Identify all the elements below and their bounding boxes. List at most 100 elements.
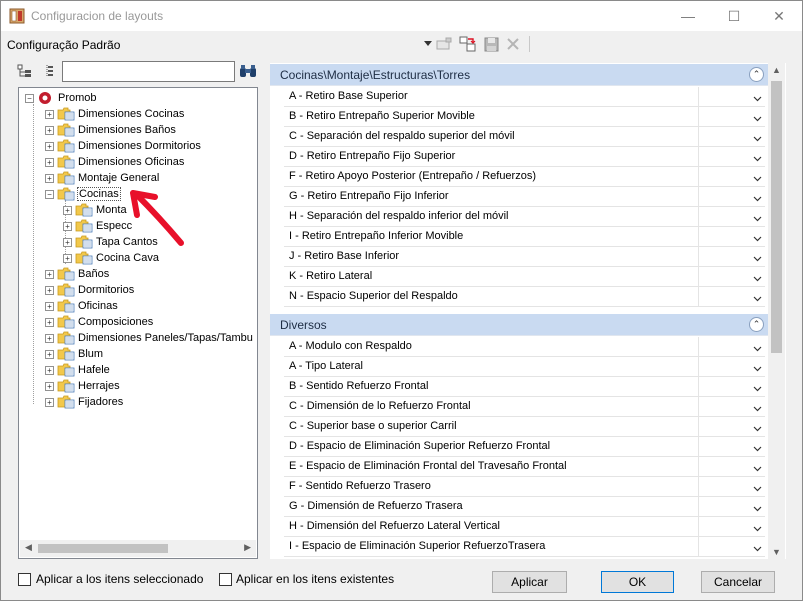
expand-toggle[interactable]: +: [63, 221, 72, 231]
cancel-button[interactable]: Cancelar: [701, 571, 775, 593]
chevron-down-icon[interactable]: [753, 463, 762, 472]
chevron-down-icon[interactable]: [753, 383, 762, 392]
expand-toggle[interactable]: +: [45, 397, 54, 407]
tree-item[interactable]: + Dimensiones Baños: [45, 122, 177, 138]
property-row[interactable]: H - Dimensión del Refuerzo Lateral Verti…: [284, 517, 765, 537]
chevron-down-icon[interactable]: [753, 153, 762, 162]
property-value-dropdown[interactable]: [698, 517, 765, 537]
scroll-up-icon[interactable]: ▲: [772, 65, 781, 75]
chevron-down-icon[interactable]: [753, 273, 762, 282]
property-value-dropdown[interactable]: [698, 357, 765, 377]
chevron-down-icon[interactable]: [753, 133, 762, 142]
scroll-down-icon[interactable]: ▼: [772, 547, 781, 557]
expand-toggle[interactable]: +: [63, 205, 72, 215]
property-row[interactable]: N - Espacio Superior del Respaldo: [284, 287, 765, 307]
close-button[interactable]: ✕: [756, 1, 802, 31]
apply-existing-checkbox[interactable]: [219, 573, 232, 586]
property-value-dropdown[interactable]: [698, 127, 765, 147]
property-row[interactable]: I - Espacio de Eliminación Superior Refu…: [284, 537, 765, 557]
sheet-icon[interactable]: [435, 35, 453, 53]
property-value-dropdown[interactable]: [698, 287, 765, 307]
chevron-down-icon[interactable]: [753, 113, 762, 122]
chevron-down-icon[interactable]: [753, 523, 762, 532]
tree-item[interactable]: + Fijadores: [45, 394, 124, 410]
chevron-down-icon[interactable]: [753, 443, 762, 452]
property-row[interactable]: J - Retiro Base Inferior: [284, 247, 765, 267]
ok-button[interactable]: OK: [601, 571, 674, 593]
tree-item[interactable]: + Dimensiones Oficinas: [45, 154, 185, 170]
property-row[interactable]: A - Modulo con Respaldo: [284, 337, 765, 357]
expand-toggle[interactable]: +: [63, 253, 72, 263]
property-row[interactable]: B - Retiro Entrepaño Superior Movible: [284, 107, 765, 127]
save-icon[interactable]: [482, 35, 500, 53]
property-row[interactable]: B - Sentido Refuerzo Frontal: [284, 377, 765, 397]
scroll-thumb[interactable]: [38, 544, 168, 553]
chevron-down-icon[interactable]: [753, 543, 762, 552]
chevron-down-icon[interactable]: [753, 483, 762, 492]
property-row[interactable]: I - Retiro Entrepaño Inferior Movible: [284, 227, 765, 247]
scroll-left-icon[interactable]: ◀: [25, 542, 32, 553]
chevron-down-icon[interactable]: [753, 503, 762, 512]
tree-search-input[interactable]: [62, 61, 235, 82]
collapse-toggle[interactable]: −: [25, 93, 34, 103]
scroll-right-icon[interactable]: ▶: [244, 542, 251, 553]
property-value-dropdown[interactable]: [698, 247, 765, 267]
tree-subitem[interactable]: + Monta: [63, 202, 128, 218]
tree-item[interactable]: + Montaje General: [45, 170, 160, 186]
tree-item[interactable]: + Dimensiones Paneles/Tapas/Tambu: [45, 330, 254, 346]
property-row[interactable]: A - Retiro Base Superior: [284, 87, 765, 107]
chevron-down-icon[interactable]: [753, 173, 762, 182]
property-row[interactable]: K - Retiro Lateral: [284, 267, 765, 287]
tree-subitem[interactable]: + Especc: [63, 218, 133, 234]
property-row[interactable]: D - Espacio de Eliminación Superior Refu…: [284, 437, 765, 457]
property-row[interactable]: C - Superior base o superior Carril: [284, 417, 765, 437]
property-value-dropdown[interactable]: [698, 227, 765, 247]
binoculars-search-icon[interactable]: [239, 63, 257, 79]
expand-toggle[interactable]: +: [63, 237, 72, 247]
expand-toggle[interactable]: +: [45, 269, 54, 279]
property-value-dropdown[interactable]: [698, 477, 765, 497]
property-value-dropdown[interactable]: [698, 267, 765, 287]
property-value-dropdown[interactable]: [698, 107, 765, 127]
chevron-down-icon[interactable]: [753, 403, 762, 412]
property-value-dropdown[interactable]: [698, 437, 765, 457]
property-value-dropdown[interactable]: [698, 417, 765, 437]
expand-toggle[interactable]: +: [45, 333, 54, 343]
property-value-dropdown[interactable]: [698, 377, 765, 397]
property-value-dropdown[interactable]: [698, 147, 765, 167]
property-row[interactable]: C - Dimensión de lo Refuerzo Frontal: [284, 397, 765, 417]
expand-tree-icon[interactable]: [17, 63, 33, 79]
delete-icon[interactable]: [504, 35, 522, 53]
tree-item[interactable]: − Cocinas: [45, 186, 121, 202]
apply-button[interactable]: Aplicar: [492, 571, 567, 593]
property-row[interactable]: F - Retiro Apoyo Posterior (Entrepaño / …: [284, 167, 765, 187]
property-value-dropdown[interactable]: [698, 87, 765, 107]
tree-item[interactable]: + Dormitorios: [45, 282, 135, 298]
copy-layout-icon[interactable]: [459, 35, 477, 53]
property-row[interactable]: A - Tipo Lateral: [284, 357, 765, 377]
collapse-tree-icon[interactable]: [41, 63, 57, 79]
expand-toggle[interactable]: +: [45, 365, 54, 375]
tree-item[interactable]: + Oficinas: [45, 298, 119, 314]
tree-horizontal-scrollbar[interactable]: ◀ ▶: [20, 540, 256, 557]
property-value-dropdown[interactable]: [698, 497, 765, 517]
chevron-down-icon[interactable]: [753, 193, 762, 202]
expand-toggle[interactable]: +: [45, 109, 54, 119]
expand-toggle[interactable]: +: [45, 157, 54, 167]
chevron-down-icon[interactable]: [753, 293, 762, 302]
property-row[interactable]: E - Espacio de Eliminación Frontal del T…: [284, 457, 765, 477]
chevron-down-icon[interactable]: [753, 233, 762, 242]
scroll-thumb[interactable]: [771, 81, 782, 353]
tree-item[interactable]: + Dimensiones Cocinas: [45, 106, 185, 122]
property-row[interactable]: G - Dimensión de Refuerzo Trasera: [284, 497, 765, 517]
chevron-down-icon[interactable]: [753, 363, 762, 372]
property-value-dropdown[interactable]: [698, 337, 765, 357]
expand-toggle[interactable]: +: [45, 317, 54, 327]
chevron-down-icon[interactable]: [753, 343, 762, 352]
section-header[interactable]: Cocinas\Montaje\Estructuras\Torres ⌃: [270, 64, 768, 86]
property-row[interactable]: F - Sentido Refuerzo Trasero: [284, 477, 765, 497]
property-value-dropdown[interactable]: [698, 207, 765, 227]
expand-toggle[interactable]: +: [45, 381, 54, 391]
property-value-dropdown[interactable]: [698, 397, 765, 417]
chevron-down-icon[interactable]: [753, 93, 762, 102]
